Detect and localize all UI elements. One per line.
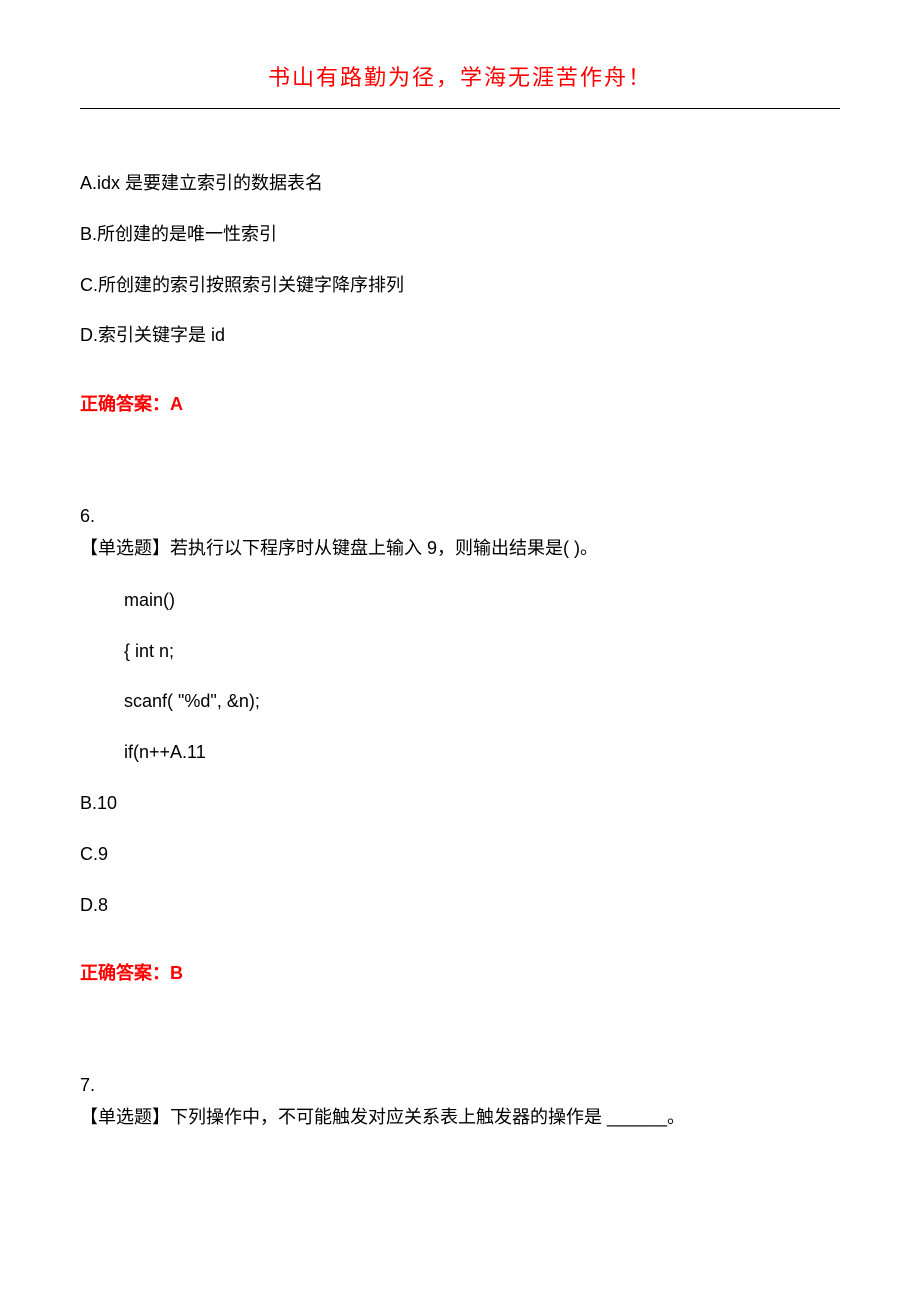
- q6-option-d: D.8: [80, 891, 840, 920]
- q6-number: 6.: [80, 506, 840, 527]
- q5-option-c: C.所创建的索引按照索引关键字降序排列: [80, 271, 840, 300]
- q6-option-c: C.9: [80, 840, 840, 869]
- q5-option-d: D.索引关键字是 id: [80, 321, 840, 350]
- q7-stem: 【单选题】下列操作中，不可能触发对应关系表上触发器的操作是 ______。: [80, 1102, 840, 1133]
- q6-code-line-1: main(): [80, 586, 840, 615]
- q5-correct-answer: 正确答案：A: [80, 390, 840, 416]
- q6-code-line-4: if(n++A.11: [80, 738, 840, 767]
- page-header-motto: 书山有路勤为径，学海无涯苦作舟！: [80, 60, 840, 109]
- q5-option-a: A.idx 是要建立索引的数据表名: [80, 169, 840, 198]
- q6-code-line-2: { int n;: [80, 637, 840, 666]
- q6-stem: 【单选题】若执行以下程序时从键盘上输入 9，则输出结果是( )。: [80, 533, 840, 564]
- q5-option-b: B.所创建的是唯一性索引: [80, 220, 840, 249]
- page-body: 书山有路勤为径，学海无涯苦作舟！ A.idx 是要建立索引的数据表名 B.所创建…: [0, 0, 920, 1133]
- q7-number: 7.: [80, 1075, 840, 1096]
- q6-code-line-3: scanf( "%d", &n);: [80, 687, 840, 716]
- q6-option-b: B.10: [80, 789, 840, 818]
- q6-correct-answer: 正确答案：B: [80, 959, 840, 985]
